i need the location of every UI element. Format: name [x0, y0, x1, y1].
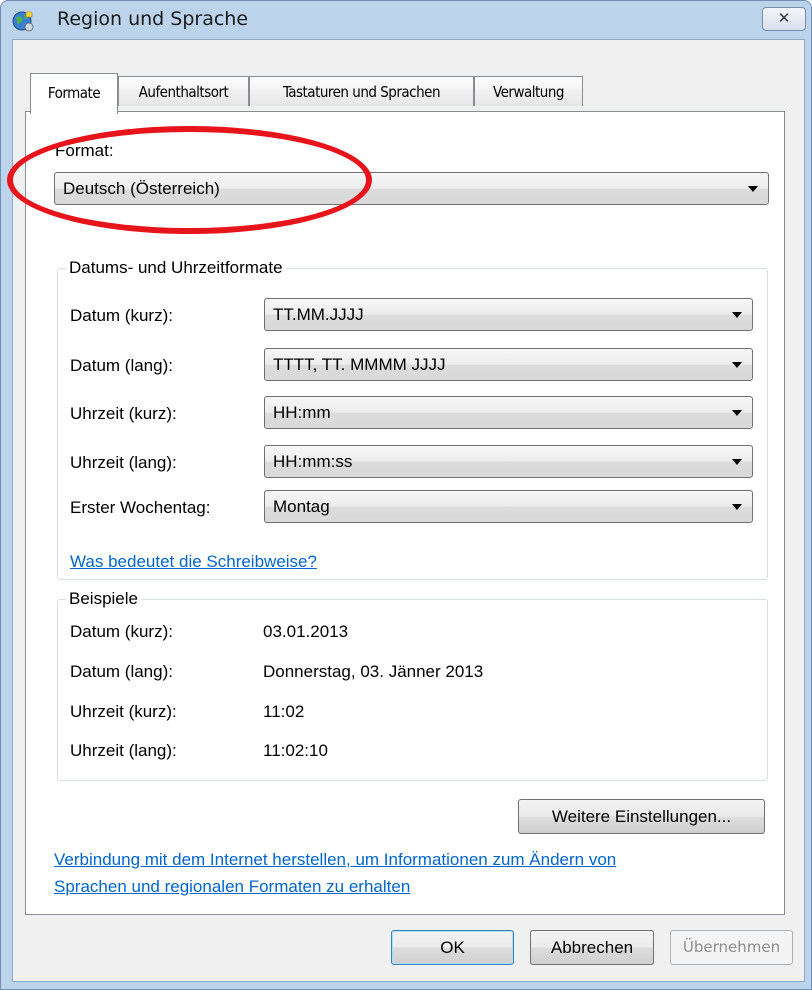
short-time-label: Uhrzeit (kurz):	[70, 404, 177, 423]
tab-verwaltung[interactable]: Verwaltung	[474, 76, 583, 106]
long-date-dropdown[interactable]: TTTT, TT. MMMM JJJJ	[264, 348, 753, 381]
globe-icon	[11, 9, 35, 33]
long-time-label: Uhrzeit (lang):	[70, 453, 177, 472]
format-label: Format:	[55, 141, 114, 160]
apply-button[interactable]: Übernehmen	[670, 930, 793, 965]
short-date-value: TT.MM.JJJJ	[273, 305, 364, 324]
short-time-value: HH:mm	[273, 403, 331, 422]
close-button[interactable]: ✕	[762, 7, 806, 31]
short-date-label: Datum (kurz):	[70, 306, 173, 325]
chevron-down-icon	[732, 410, 742, 416]
tab-formate[interactable]: Formate	[30, 73, 118, 114]
more-settings-button[interactable]: Weitere Einstellungen...	[518, 799, 765, 834]
chevron-down-icon	[732, 504, 742, 510]
cancel-button[interactable]: Abbrechen	[530, 930, 654, 965]
long-date-value: TTTT, TT. MMMM JJJJ	[273, 355, 446, 374]
long-date-label: Datum (lang):	[70, 356, 173, 375]
example-long-time-value: 11:02:10	[263, 741, 328, 760]
first-weekday-dropdown[interactable]: Montag	[264, 490, 753, 523]
example-short-date-label: Datum (kurz):	[70, 622, 173, 641]
examples-title: Beispiele	[66, 589, 141, 609]
format-dropdown[interactable]: Deutsch (Österreich)	[54, 172, 769, 205]
chevron-down-icon	[732, 312, 742, 318]
window-title: Region und Sprache	[57, 8, 249, 30]
chevron-down-icon	[732, 362, 742, 368]
long-time-dropdown[interactable]: HH:mm:ss	[264, 445, 753, 478]
title-bar: Region und Sprache ✕	[1, 1, 811, 37]
close-icon: ✕	[777, 10, 791, 27]
internet-info-link-line2[interactable]: Sprachen und regionalen Formaten zu erha…	[54, 877, 410, 897]
ok-button[interactable]: OK	[391, 930, 514, 965]
example-long-time-label: Uhrzeit (lang):	[70, 741, 177, 760]
example-short-time-label: Uhrzeit (kurz):	[70, 702, 177, 721]
first-weekday-label: Erster Wochentag:	[70, 498, 211, 517]
chevron-down-icon	[748, 186, 758, 192]
tab-tastaturen-und-sprachen[interactable]: Tastaturen und Sprachen	[249, 76, 474, 106]
example-long-date-label: Datum (lang):	[70, 662, 173, 681]
example-short-time-value: 11:02	[263, 702, 305, 721]
example-long-date-value: Donnerstag, 03. Jänner 2013	[263, 662, 484, 681]
datetime-formats-title: Datums- und Uhrzeitformate	[66, 258, 286, 278]
chevron-down-icon	[732, 459, 742, 465]
first-weekday-value: Montag	[273, 497, 330, 516]
short-date-dropdown[interactable]: TT.MM.JJJJ	[264, 298, 753, 331]
example-short-date-value: 03.01.2013	[263, 622, 349, 641]
tab-aufenthaltsort[interactable]: Aufenthaltsort	[118, 76, 249, 106]
long-time-value: HH:mm:ss	[273, 452, 353, 471]
notation-help-link[interactable]: Was bedeutet die Schreibweise?	[70, 552, 317, 572]
short-time-dropdown[interactable]: HH:mm	[264, 396, 753, 429]
internet-info-link-line1[interactable]: Verbindung mit dem Internet herstellen, …	[54, 850, 616, 870]
format-dropdown-value: Deutsch (Österreich)	[63, 179, 220, 198]
